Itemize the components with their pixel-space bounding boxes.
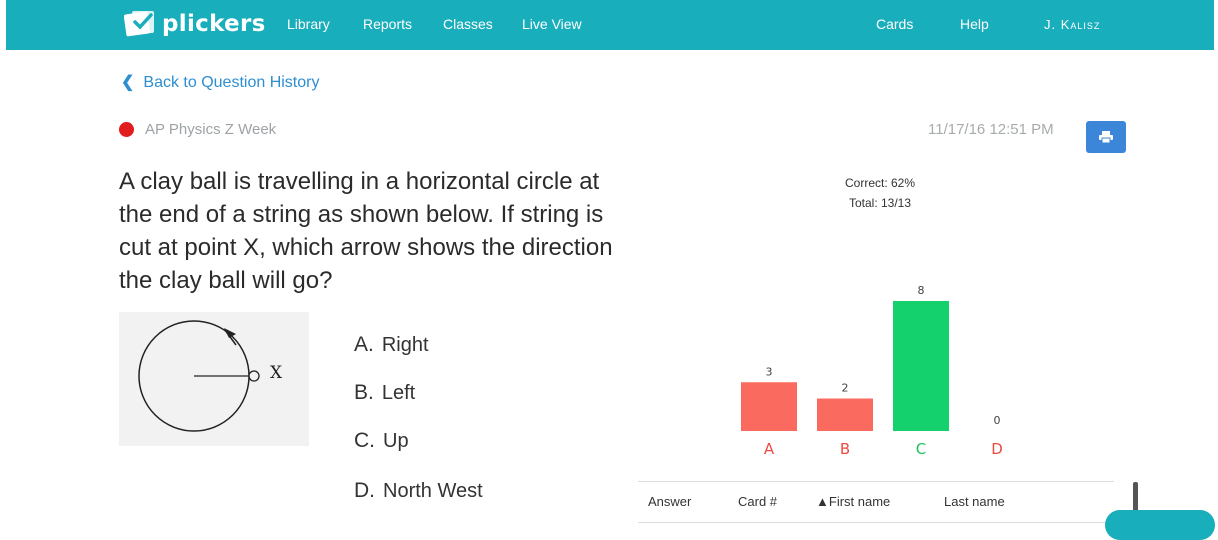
category-label-a: A xyxy=(764,440,775,458)
nav-library[interactable]: Library xyxy=(287,16,330,32)
column-first-name-label: First name xyxy=(828,494,891,509)
choice-a: A. Right xyxy=(354,333,429,357)
choice-letter: A. xyxy=(354,333,374,356)
nav-classes[interactable]: Classes xyxy=(443,16,493,32)
category-label-d: D xyxy=(991,440,1003,458)
brand-name: plickers xyxy=(162,11,266,37)
back-link-label: Back to Question History xyxy=(143,74,320,91)
choice-text: North West xyxy=(383,480,483,502)
printer-icon xyxy=(1099,131,1113,143)
column-answer[interactable]: Answer xyxy=(648,494,691,509)
choice-letter: B. xyxy=(354,381,374,404)
nav-cards[interactable]: Cards xyxy=(876,16,913,32)
choice-d: D. North West xyxy=(354,479,483,503)
nav-reports[interactable]: Reports xyxy=(363,16,412,32)
choice-c: C. Up xyxy=(354,429,409,453)
choice-letter: D. xyxy=(354,479,375,502)
choice-text: Up xyxy=(383,430,409,452)
logo-check-icon xyxy=(124,11,154,37)
category-label-b: B xyxy=(840,440,850,458)
question-text: A clay ball is travelling in a horizonta… xyxy=(119,168,613,294)
column-last-name[interactable]: Last name xyxy=(944,494,1005,509)
print-button[interactable] xyxy=(1086,121,1126,153)
bar-c xyxy=(893,301,949,431)
response-stats: Correct: 62% Total: 13/13 xyxy=(780,173,980,213)
class-name[interactable]: AP Physics Z Week xyxy=(145,121,276,138)
choice-text: Left xyxy=(381,382,416,404)
nav-live-view[interactable]: Live View xyxy=(522,16,582,32)
top-nav-bar: plickers Library Reports Classes Live Vi… xyxy=(6,0,1214,50)
circle-diagram: X xyxy=(138,320,283,432)
sort-up-icon: ▲ xyxy=(816,494,829,509)
choice-text: Right xyxy=(381,334,429,356)
bar-value-label-b: 2 xyxy=(842,382,849,395)
response-bar-chart: 3 A 2 B 8 C 0 D xyxy=(741,284,1003,458)
responses-table-header: Answer Card # ▲First name Last name xyxy=(638,481,1114,523)
user-menu[interactable]: J. Kalisz xyxy=(1044,17,1100,32)
class-color-dot xyxy=(119,122,134,137)
bar-value-label-d: 0 xyxy=(994,414,1001,427)
column-card-number[interactable]: Card # xyxy=(738,494,777,509)
back-to-history-link[interactable]: ❮ Back to Question History xyxy=(121,72,319,92)
total-responses: Total: 13/13 xyxy=(848,196,912,210)
choice-letter: C. xyxy=(354,429,375,452)
correct-percent: Correct: 62% xyxy=(844,176,916,190)
figure-label-x: X xyxy=(270,363,283,383)
nav-help[interactable]: Help xyxy=(960,16,989,32)
category-label-c: C xyxy=(916,440,926,458)
question-timestamp: 11/17/16 12:51 PM xyxy=(928,121,1054,138)
question-image: X xyxy=(119,312,309,446)
column-first-name[interactable]: ▲First name xyxy=(816,494,890,509)
chevron-left-icon: ❮ xyxy=(121,74,135,91)
bar-value-label-c: 8 xyxy=(918,284,925,297)
bar-value-label-a: 3 xyxy=(766,365,773,378)
bar-b xyxy=(817,398,873,431)
choice-b: B. Left xyxy=(354,381,415,405)
bar-a xyxy=(741,382,797,431)
help-chat-bubble[interactable] xyxy=(1105,510,1215,540)
